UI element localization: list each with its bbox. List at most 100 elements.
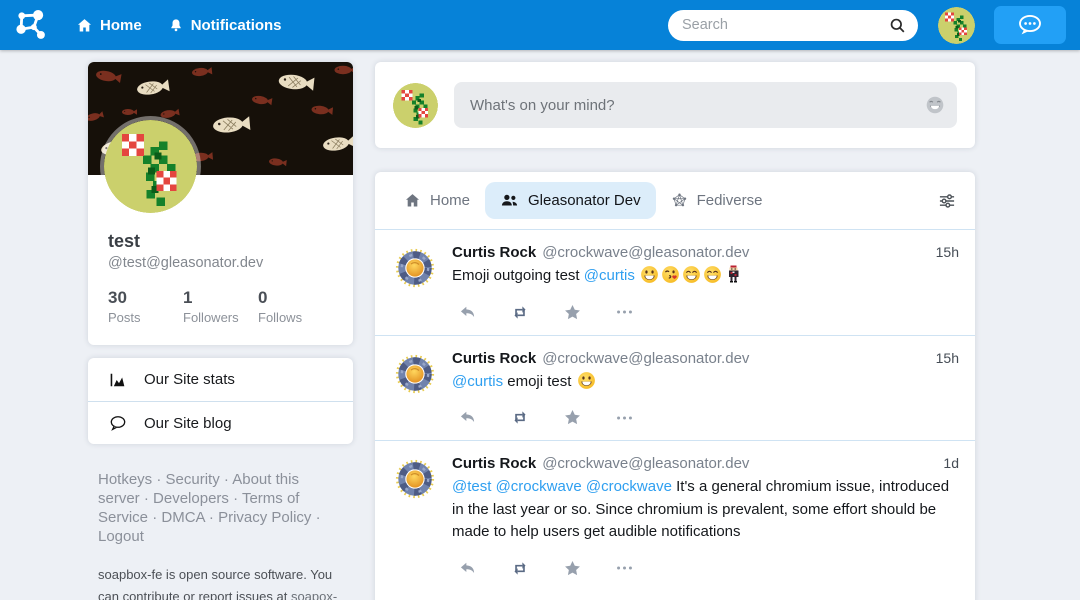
footer-link[interactable]: Security xyxy=(166,471,220,488)
post-author-handle[interactable]: @crockwave@gleasonator.dev xyxy=(542,455,749,472)
site-stats-label: Our Site stats xyxy=(144,371,235,388)
primary-nav: Home Notifications xyxy=(76,17,282,34)
stat-posts-value: 30 xyxy=(108,288,183,308)
reply-button[interactable] xyxy=(458,560,477,577)
favourite-button[interactable] xyxy=(563,303,582,322)
post-author-handle[interactable]: @crockwave@gleasonator.dev xyxy=(542,350,749,367)
post-author-avatar[interactable] xyxy=(391,455,439,503)
post: Curtis Rock @crockwave@gleasonator.dev 1… xyxy=(375,230,975,335)
post-content: Emoji outgoing test @curtis xyxy=(452,265,959,288)
tab-gleasonator-dev[interactable]: Gleasonator Dev xyxy=(485,182,656,219)
repost-button[interactable] xyxy=(510,559,530,578)
compose-avatar[interactable] xyxy=(393,83,438,128)
profile-name: test xyxy=(108,231,333,252)
tab-home[interactable]: Home xyxy=(389,182,485,219)
repost-button[interactable] xyxy=(510,303,530,322)
profile-stats: 30 Posts 1 Followers 0 Follows xyxy=(108,288,333,325)
search-icon[interactable] xyxy=(888,16,907,35)
area-chart-icon xyxy=(108,370,128,390)
repost-button[interactable] xyxy=(510,408,530,427)
post-author-name[interactable]: Curtis Rock xyxy=(452,350,536,367)
emoji-custom-sprite xyxy=(724,265,743,284)
chat-button[interactable] xyxy=(994,6,1066,44)
stat-followers-label: Followers xyxy=(183,310,258,325)
post-author-handle[interactable]: @crockwave@gleasonator.dev xyxy=(542,244,749,261)
chat-outline-icon xyxy=(108,413,128,433)
top-navbar: Home Notifications xyxy=(0,0,1080,50)
emoji-beaming xyxy=(703,265,722,284)
stat-follows[interactable]: 0 Follows xyxy=(258,288,333,325)
reply-button[interactable] xyxy=(458,409,477,426)
reply-button[interactable] xyxy=(458,304,477,321)
sidebar-footer: Hotkeys · Security · About this server ·… xyxy=(88,444,353,600)
compose-input[interactable] xyxy=(454,82,957,128)
emoji-kissing-heart xyxy=(661,265,680,284)
profile-handle: @test@gleasonator.dev xyxy=(108,255,333,271)
timeline-posts: Curtis Rock @crockwave@gleasonator.dev 1… xyxy=(375,230,975,591)
post-actions xyxy=(452,559,959,578)
search-box xyxy=(668,10,918,41)
tab-gleasonator-dev-label: Gleasonator Dev xyxy=(528,192,641,209)
footer-about: soapbox-fe is open source software. You … xyxy=(98,564,350,600)
stat-posts[interactable]: 30 Posts xyxy=(108,288,183,325)
nav-notifications[interactable]: Notifications xyxy=(168,17,282,34)
sliders-icon[interactable] xyxy=(933,187,961,215)
home-icon xyxy=(404,192,421,209)
post-timestamp[interactable]: 1d xyxy=(943,455,959,471)
emoji-grinning xyxy=(640,265,659,284)
nav-notifications-label: Notifications xyxy=(191,17,282,34)
more-button[interactable] xyxy=(615,413,634,423)
emoji-picker-icon[interactable] xyxy=(925,95,945,115)
post-content: @test @crockwave @crockwave It's a gener… xyxy=(452,476,959,544)
favourite-button[interactable] xyxy=(563,559,582,578)
mention-link[interactable]: @test xyxy=(452,478,491,495)
mention-link[interactable]: @curtis xyxy=(584,267,635,284)
stat-posts-label: Posts xyxy=(108,310,183,325)
footer-link[interactable]: Logout xyxy=(98,528,144,545)
timeline-tabs: Home Gleasonator Dev xyxy=(375,172,975,230)
mention-link[interactable]: @curtis xyxy=(452,373,503,390)
post-author-name[interactable]: Curtis Rock xyxy=(452,455,536,472)
stat-follows-label: Follows xyxy=(258,310,333,325)
post-actions xyxy=(452,408,959,427)
emoji-grinning xyxy=(577,371,596,390)
site-stats-link[interactable]: Our Site stats xyxy=(88,358,353,401)
emoji-beaming xyxy=(682,265,701,284)
nav-home[interactable]: Home xyxy=(76,17,142,34)
post-timestamp[interactable]: 15h xyxy=(936,244,959,260)
account-avatar[interactable] xyxy=(938,7,975,44)
post-author-avatar[interactable] xyxy=(391,350,439,398)
chat-bubble-icon xyxy=(1015,13,1045,37)
users-icon xyxy=(500,192,519,209)
soapbox-logo[interactable] xyxy=(12,6,50,44)
timeline-card: Home Gleasonator Dev xyxy=(375,172,975,600)
mention-link[interactable]: @crockwave xyxy=(586,478,672,495)
footer-links: Hotkeys · Security · About this server ·… xyxy=(98,470,341,546)
footer-link[interactable]: Privacy Policy xyxy=(218,509,311,526)
main-column: Home Gleasonator Dev xyxy=(375,62,975,600)
post-author-name[interactable]: Curtis Rock xyxy=(452,244,536,261)
footer-link[interactable]: Developers xyxy=(153,490,229,507)
mention-link[interactable]: @crockwave xyxy=(496,478,582,495)
site-blog-link[interactable]: Our Site blog xyxy=(88,401,353,444)
post-actions xyxy=(452,303,959,322)
tab-home-label: Home xyxy=(430,192,470,209)
footer-link[interactable]: Hotkeys xyxy=(98,471,152,488)
favourite-button[interactable] xyxy=(563,408,582,427)
stat-follows-value: 0 xyxy=(258,288,333,308)
footer-link[interactable]: DMCA xyxy=(161,509,204,526)
tab-fediverse-label: Fediverse xyxy=(697,192,763,209)
more-button[interactable] xyxy=(615,563,634,573)
more-button[interactable] xyxy=(615,307,634,317)
stat-followers-value: 1 xyxy=(183,288,258,308)
site-blog-label: Our Site blog xyxy=(144,415,232,432)
tab-fediverse[interactable]: Fediverse xyxy=(656,182,778,219)
profile-avatar[interactable] xyxy=(104,120,197,213)
post-timestamp[interactable]: 15h xyxy=(936,350,959,366)
stat-followers[interactable]: 1 Followers xyxy=(183,288,258,325)
left-sidebar: test @test@gleasonator.dev 30 Posts 1 Fo… xyxy=(88,62,353,600)
search-input[interactable] xyxy=(668,10,918,41)
post: Curtis Rock @crockwave@gleasonator.dev 1… xyxy=(375,335,975,441)
profile-card: test @test@gleasonator.dev 30 Posts 1 Fo… xyxy=(88,62,353,345)
post-author-avatar[interactable] xyxy=(391,244,439,292)
